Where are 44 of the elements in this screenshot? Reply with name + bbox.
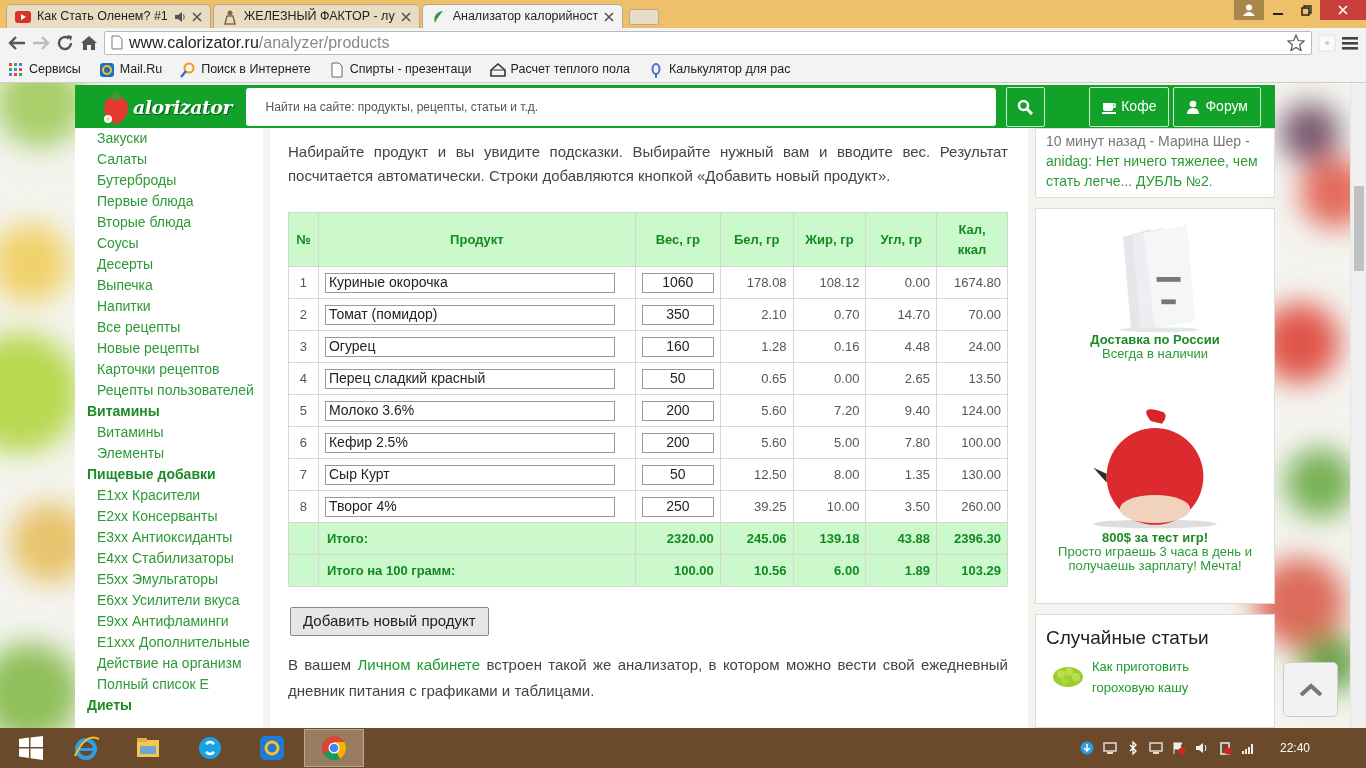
home-icon[interactable] xyxy=(80,34,98,51)
reload-icon[interactable] xyxy=(56,33,74,52)
browser-tab[interactable]: ЖЕЛЕЗНЫЙ ФАКТОР - лу xyxy=(212,4,420,28)
figure-icon xyxy=(221,8,238,25)
monitor-icon[interactable] xyxy=(1102,741,1117,755)
back-icon[interactable] xyxy=(8,34,26,51)
close-button[interactable] xyxy=(1320,0,1366,20)
video-icon xyxy=(15,8,31,25)
mail-icon xyxy=(258,734,286,762)
bookmark[interactable]: Mail.Ru xyxy=(98,60,163,79)
apps-icon xyxy=(8,61,24,78)
bookmark[interactable]: Калькулятор для рас xyxy=(647,60,791,79)
browser-icon xyxy=(320,734,348,762)
address-bar[interactable]: www.calorizator.ru/analyzer/products xyxy=(104,30,1312,55)
house-icon xyxy=(489,61,506,78)
page-icon xyxy=(111,35,123,50)
mail-icon xyxy=(98,61,115,78)
clock[interactable]: 22:40 xyxy=(1279,739,1310,757)
search-icon xyxy=(180,61,197,78)
battery-icon[interactable] xyxy=(1217,741,1232,755)
url-text: www.calorizator.ru/analyzer/products xyxy=(129,32,391,53)
restore-icon xyxy=(1300,4,1312,16)
page-icon xyxy=(328,61,345,78)
bookmark-star-icon[interactable] xyxy=(1287,33,1305,52)
menu-icon[interactable] xyxy=(1342,35,1358,50)
close-icon xyxy=(1338,5,1348,15)
monitor-icon[interactable] xyxy=(1148,741,1163,755)
minimize-icon xyxy=(1273,13,1283,15)
download-icon[interactable] xyxy=(1079,741,1094,755)
volume-icon[interactable] xyxy=(1194,741,1209,755)
close-icon[interactable] xyxy=(400,11,411,22)
scrollbar[interactable] xyxy=(1350,83,1366,728)
browser-tab[interactable]: Как Стать Оленем? #1 xyxy=(6,4,211,28)
browser-tab[interactable]: Анализатор калорийност xyxy=(421,4,624,28)
signal-icon[interactable] xyxy=(1240,741,1255,755)
bookmark[interactable]: Расчет теплого пола xyxy=(489,60,630,79)
bookmark[interactable]: Сервисы xyxy=(8,60,81,79)
bookmark[interactable]: Спирты - презентаци xyxy=(328,60,472,79)
close-icon[interactable] xyxy=(191,11,202,22)
bookmark[interactable]: Поиск в Интернете xyxy=(180,60,311,79)
close-icon[interactable] xyxy=(604,11,615,22)
flag-icon[interactable] xyxy=(1171,741,1186,755)
browser-icon xyxy=(72,734,100,762)
chat-icon xyxy=(196,734,224,762)
